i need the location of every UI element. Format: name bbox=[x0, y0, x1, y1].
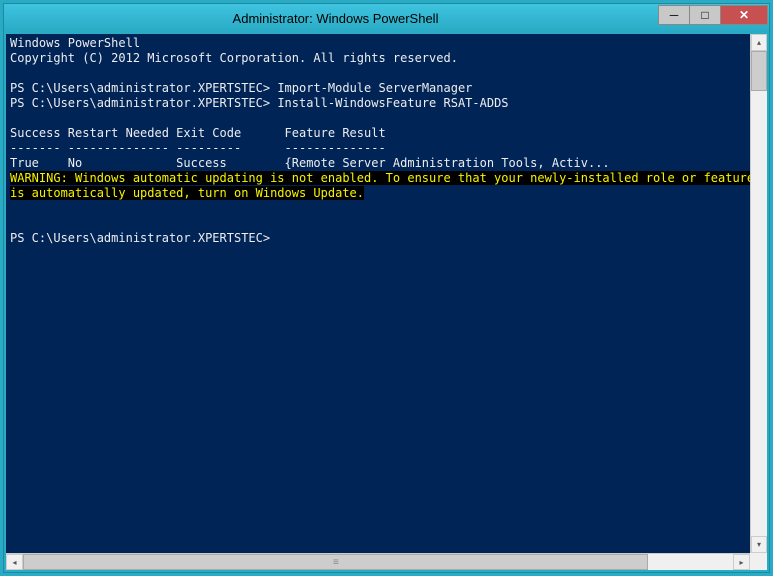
close-icon: ✕ bbox=[739, 8, 749, 22]
ps-banner-line1: Windows PowerShell bbox=[10, 36, 140, 50]
table-separator: ------- -------------- --------- -------… bbox=[10, 141, 386, 155]
scrollbar-corner bbox=[750, 553, 767, 570]
grip-icon: ≡ bbox=[333, 557, 338, 568]
maximize-icon: □ bbox=[701, 8, 708, 22]
ps-banner-line2: Copyright (C) 2012 Microsoft Corporation… bbox=[10, 51, 458, 65]
scroll-left-button[interactable]: ◂ bbox=[6, 554, 23, 570]
horizontal-scroll-row: ◂ ≡ ▸ bbox=[6, 553, 767, 570]
horizontal-scroll-track[interactable]: ≡ bbox=[23, 554, 733, 570]
command-1: Import-Module ServerManager bbox=[277, 81, 472, 95]
chevron-right-icon: ▸ bbox=[739, 558, 743, 567]
close-button[interactable]: ✕ bbox=[720, 5, 768, 25]
scroll-down-button[interactable]: ▾ bbox=[751, 536, 767, 553]
vertical-scrollbar[interactable]: ▴ ▾ bbox=[750, 34, 767, 553]
powershell-window: Administrator: Windows PowerShell ─ □ ✕ … bbox=[3, 3, 770, 573]
horizontal-scrollbar[interactable]: ◂ ≡ ▸ bbox=[6, 553, 750, 570]
prompt-1: PS C:\Users\administrator.XPERTSTEC> bbox=[10, 81, 270, 95]
minimize-button[interactable]: ─ bbox=[658, 5, 690, 25]
chevron-left-icon: ◂ bbox=[12, 558, 16, 567]
prompt-2: PS C:\Users\administrator.XPERTSTEC> bbox=[10, 96, 270, 110]
scroll-up-button[interactable]: ▴ bbox=[751, 34, 767, 51]
window-body: Windows PowerShell Copyright (C) 2012 Mi… bbox=[4, 32, 769, 572]
warning-text: WARNING: Windows automatic updating is n… bbox=[10, 171, 750, 200]
table-row-1: True No Success {Remote Server Administr… bbox=[10, 156, 610, 170]
minimize-icon: ─ bbox=[670, 8, 679, 22]
vertical-scroll-thumb[interactable] bbox=[751, 51, 767, 91]
table-header: Success Restart Needed Exit Code Feature… bbox=[10, 126, 386, 140]
window-title: Administrator: Windows PowerShell bbox=[12, 11, 659, 26]
prompt-3: PS C:\Users\administrator.XPERTSTEC> bbox=[10, 231, 270, 245]
horizontal-scroll-thumb[interactable]: ≡ bbox=[23, 554, 648, 570]
maximize-button[interactable]: □ bbox=[689, 5, 721, 25]
console-output[interactable]: Windows PowerShell Copyright (C) 2012 Mi… bbox=[6, 34, 750, 553]
command-2: Install-WindowsFeature RSAT-ADDS bbox=[277, 96, 508, 110]
window-control-buttons: ─ □ ✕ bbox=[659, 5, 768, 27]
chevron-down-icon: ▾ bbox=[757, 540, 761, 549]
vertical-scroll-track[interactable] bbox=[751, 51, 767, 536]
title-bar[interactable]: Administrator: Windows PowerShell ─ □ ✕ bbox=[4, 4, 769, 32]
chevron-up-icon: ▴ bbox=[757, 38, 761, 47]
scroll-right-button[interactable]: ▸ bbox=[733, 554, 750, 570]
console-area: Windows PowerShell Copyright (C) 2012 Mi… bbox=[6, 34, 767, 553]
